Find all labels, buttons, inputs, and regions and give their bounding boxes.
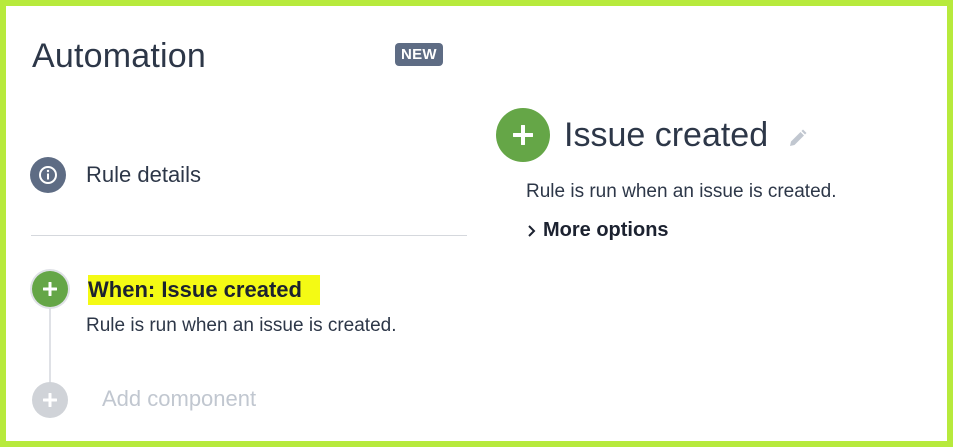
- rule-details-label: Rule details: [86, 162, 201, 187]
- timeline-connector: [49, 306, 51, 386]
- trigger-description: Rule is run when an issue is created.: [86, 315, 397, 336]
- pencil-icon[interactable]: [786, 128, 808, 150]
- trigger-plus-icon[interactable]: [32, 271, 68, 307]
- more-options-label: More options: [543, 219, 669, 241]
- component-detail-panel: Issue created Rule is run when an issue …: [486, 6, 947, 441]
- info-icon: [30, 157, 66, 193]
- add-component-plus-icon[interactable]: [32, 382, 68, 418]
- detail-description: Rule is run when an issue is created.: [526, 181, 837, 202]
- more-options-toggle[interactable]: More options: [526, 219, 669, 242]
- detail-title: Issue created: [564, 116, 769, 154]
- rule-editor-sidebar: Automation NEW Rule details When: Issue …: [6, 6, 486, 441]
- screenshot-frame: Automation NEW Rule details When: Issue …: [0, 0, 953, 447]
- add-component-button[interactable]: Add component: [102, 386, 256, 412]
- page-title: Automation: [32, 37, 206, 75]
- detail-plus-icon: [496, 108, 550, 162]
- rule-details-item[interactable]: Rule details: [30, 157, 201, 193]
- new-badge: NEW: [395, 43, 443, 66]
- divider: [31, 235, 467, 236]
- chevron-right-icon: [526, 222, 540, 240]
- trigger-title[interactable]: When: Issue created: [88, 275, 320, 305]
